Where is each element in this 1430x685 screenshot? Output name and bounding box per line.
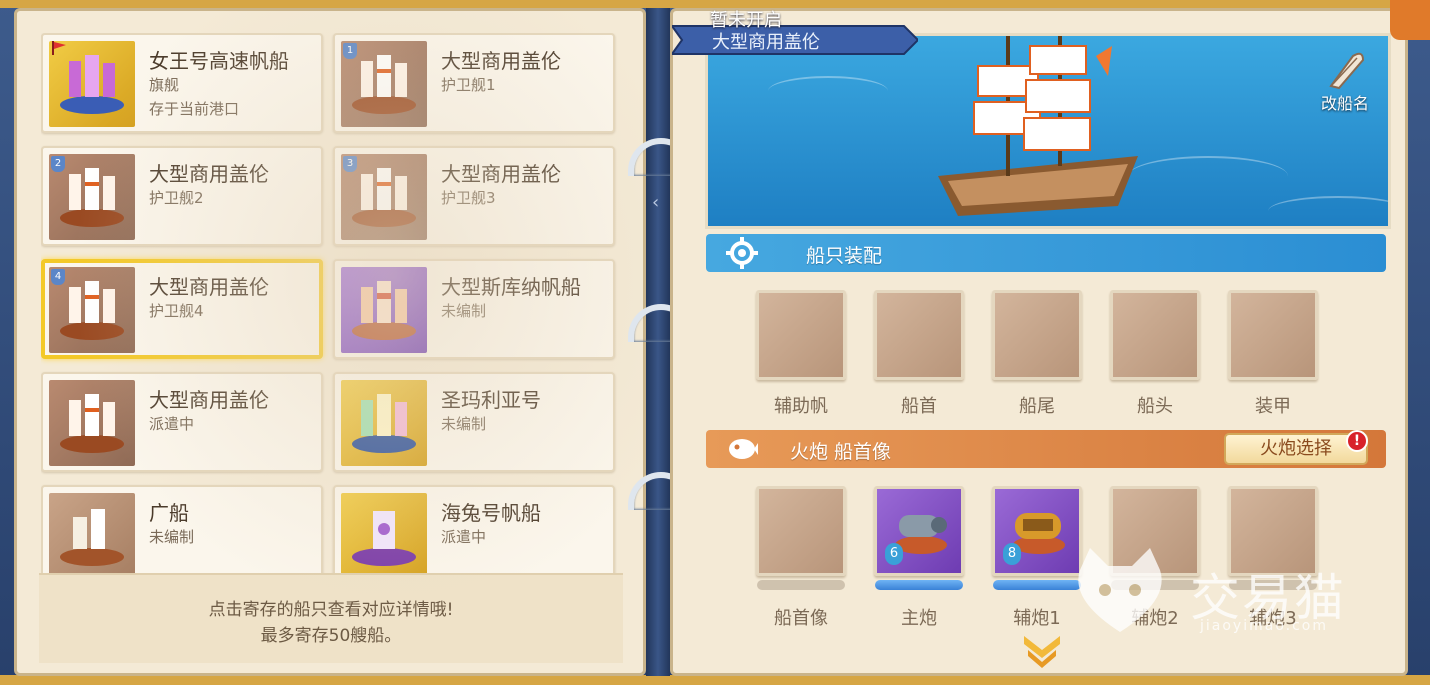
slot-label: 主炮 <box>901 608 937 629</box>
slot-label: 装甲 <box>1255 396 1291 417</box>
ship-status: 护卫舰1 <box>441 76 496 94</box>
fish-icon <box>729 439 758 459</box>
ship-icon <box>60 394 124 453</box>
tip-line-2: 最多寄存50艘船。 <box>260 626 402 646</box>
ship-card[interactable]: 海兔号帆船 派遣中 <box>333 485 615 578</box>
cannon-level: 6 <box>885 543 903 565</box>
ship-name: 海兔号帆船 <box>441 501 541 525</box>
tip-line-1: 点击寄存的船只查看对应详情哦! <box>208 600 454 620</box>
quill-icon <box>1329 52 1365 90</box>
ship-thumbnail <box>341 380 427 466</box>
ship-preview <box>705 33 1391 229</box>
wave-decoration <box>768 76 888 106</box>
ship-icon <box>352 281 416 340</box>
ship-status: 未编制 <box>149 528 195 546</box>
rename-ship-button[interactable]: 改船名 <box>1310 50 1380 120</box>
slot-label: 船首像 <box>774 608 828 629</box>
chevron-down-icon[interactable] <box>1020 630 1064 670</box>
aux-sail-slot[interactable] <box>756 290 846 380</box>
main-cannon-slot[interactable]: 6 <box>874 486 964 576</box>
ship-name: 大型商用盖伦 <box>441 162 561 186</box>
ship-card[interactable]: 1 大型商用盖伦 护卫舰1 <box>333 33 615 133</box>
ship-model <box>938 36 1138 216</box>
ship-icon <box>352 394 416 453</box>
ship-thumbnail: 2 <box>49 154 135 240</box>
ship-icon <box>60 55 124 114</box>
rename-label: 改船名 <box>1320 94 1369 113</box>
slot-label: 船尾 <box>1019 396 1055 417</box>
ship-thumbnail: 3 <box>341 154 427 240</box>
ship-thumbnail <box>49 41 135 127</box>
ship-name: 广船 <box>149 501 189 525</box>
ship-name: 大型商用盖伦 <box>441 49 561 73</box>
ship-status: 未编制 <box>441 302 487 320</box>
head-slot[interactable] <box>1110 290 1200 380</box>
slot-label: 船头 <box>1137 396 1173 417</box>
locked-notice: 暂未开启 <box>710 10 782 31</box>
ship-status: 旗舰 <box>149 76 180 94</box>
alert-badge: ! <box>1346 430 1368 452</box>
watermark-url: jiaoyimao.com <box>1200 618 1328 634</box>
ship-status: 护卫舰4 <box>149 302 204 320</box>
cat-logo-icon <box>1078 548 1162 632</box>
ship-card[interactable]: 大型斯库纳帆船 未编制 <box>333 259 615 359</box>
ship-card[interactable]: 广船 未编制 <box>41 485 323 578</box>
armor-slot[interactable] <box>1228 290 1318 380</box>
slot-progress-bar <box>757 580 845 590</box>
ship-thumbnail <box>49 493 135 578</box>
ship-status: 派遣中 <box>441 528 487 546</box>
bottom-trim <box>0 675 1430 685</box>
ship-list[interactable]: 女王号高速帆船 旗舰 存于当前港口 1 大型商用盖伦 护卫舰1 2 大型商用盖伦… <box>41 33 621 578</box>
ship-status: 护卫舰3 <box>441 189 496 207</box>
storage-tip: 点击寄存的船只查看对应详情哦! 最多寄存50艘船。 <box>39 573 623 663</box>
slot-label: 船首 <box>901 396 937 417</box>
ship-thumbnail <box>341 267 427 353</box>
slot-progress-bar <box>875 580 963 590</box>
ship-name: 女王号高速帆船 <box>149 49 289 73</box>
ship-card[interactable]: 圣玛利亚号 未编制 <box>333 372 615 472</box>
ship-name: 大型商用盖伦 <box>149 162 269 186</box>
ship-storage-page: 女王号高速帆船 旗舰 存于当前港口 1 大型商用盖伦 护卫舰1 2 大型商用盖伦… <box>14 8 646 676</box>
stern-slot[interactable] <box>992 290 1082 380</box>
ship-icon <box>60 281 124 340</box>
ship-status: 护卫舰2 <box>149 189 204 207</box>
ship-icon <box>352 168 416 227</box>
ship-status: 未编制 <box>441 415 487 433</box>
equipment-header: 船只装配 <box>706 234 1386 272</box>
ship-card-selected[interactable]: 4 大型商用盖伦 护卫舰4 <box>41 259 323 359</box>
cannon-title: 火炮 船首像 <box>790 441 892 463</box>
ship-card[interactable]: 女王号高速帆船 旗舰 存于当前港口 <box>41 33 323 133</box>
ship-name: 圣玛利亚号 <box>441 388 541 412</box>
ship-name: 大型斯库纳帆船 <box>441 275 581 299</box>
ship-thumbnail <box>49 380 135 466</box>
ship-thumbnail <box>341 493 427 578</box>
ship-name: 大型商用盖伦 <box>149 388 269 412</box>
ship-card[interactable]: 大型商用盖伦 派遣中 <box>41 372 323 472</box>
ship-icon <box>60 168 124 227</box>
equipment-title: 船只装配 <box>806 245 883 267</box>
gear-icon <box>726 237 758 269</box>
chevron-left-icon[interactable]: ‹ <box>652 192 659 213</box>
corner-tab[interactable] <box>1390 0 1430 40</box>
wave-decoration <box>1268 196 1388 226</box>
ship-icon <box>352 55 416 114</box>
ship-status: 派遣中 <box>149 415 195 433</box>
ship-thumbnail: 1 <box>341 41 427 127</box>
slot-label: 辅助帆 <box>774 396 828 417</box>
ship-card[interactable]: 2 大型商用盖伦 护卫舰2 <box>41 146 323 246</box>
figurehead-slot[interactable] <box>756 486 846 576</box>
ship-card[interactable]: 3 大型商用盖伦 护卫舰3 <box>333 146 615 246</box>
ship-icon <box>352 511 416 566</box>
ship-name: 大型商用盖伦 <box>149 275 269 299</box>
cannon-level: 8 <box>1003 543 1021 565</box>
ship-thumbnail: 4 <box>49 267 135 353</box>
book-spine <box>646 8 670 676</box>
ship-icon <box>60 509 124 566</box>
ship-location: 存于当前港口 <box>149 100 240 118</box>
watermark: 交易猫 jiaoyimao.com <box>1060 540 1390 640</box>
bow-slot[interactable] <box>874 290 964 380</box>
